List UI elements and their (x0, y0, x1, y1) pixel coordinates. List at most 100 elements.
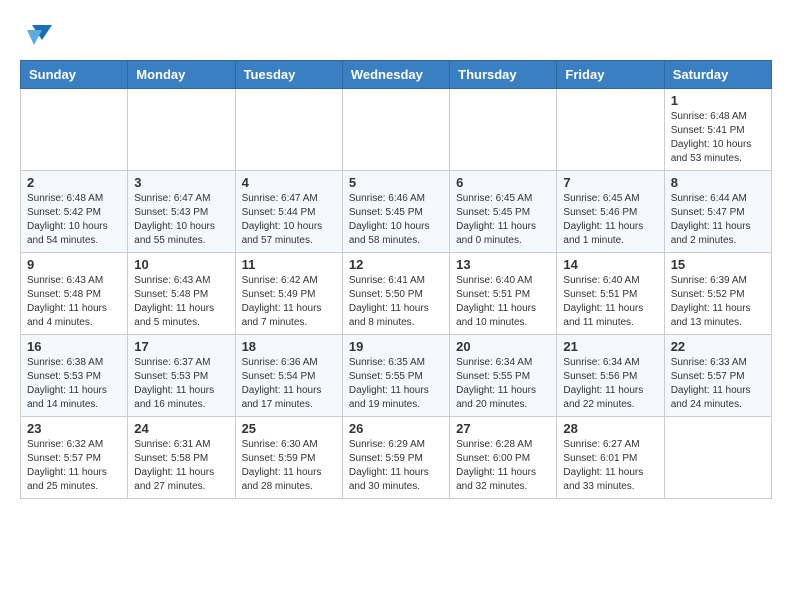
calendar-cell: 14 Sunrise: 6:40 AM Sunset: 5:51 PM Dayli… (557, 253, 664, 335)
calendar-cell: 24 Sunrise: 6:31 AM Sunset: 5:58 PM Dayli… (128, 417, 235, 499)
day-number: 27 (456, 421, 550, 436)
day-number: 21 (563, 339, 657, 354)
calendar-cell: 7 Sunrise: 6:45 AM Sunset: 5:46 PM Daylig… (557, 171, 664, 253)
day-info: Sunrise: 6:47 AM Sunset: 5:44 PM Dayligh… (242, 192, 336, 248)
day-number: 15 (671, 257, 765, 272)
weekday-header-tuesday: Tuesday (235, 61, 342, 89)
day-number: 24 (134, 421, 228, 436)
day-number: 6 (456, 175, 550, 190)
calendar-cell: 26 Sunrise: 6:29 AM Sunset: 5:59 PM Dayli… (342, 417, 449, 499)
calendar-table: SundayMondayTuesdayWednesdayThursdayFrid… (20, 60, 772, 499)
day-number: 7 (563, 175, 657, 190)
calendar-cell: 9 Sunrise: 6:43 AM Sunset: 5:48 PM Daylig… (21, 253, 128, 335)
day-info: Sunrise: 6:48 AM Sunset: 5:41 PM Dayligh… (671, 110, 765, 166)
day-info: Sunrise: 6:44 AM Sunset: 5:47 PM Dayligh… (671, 192, 765, 248)
day-info: Sunrise: 6:40 AM Sunset: 5:51 PM Dayligh… (456, 274, 550, 330)
calendar-cell: 5Sunrise: 6:46 AM Sunset: 5:45 PM Daylig… (342, 171, 449, 253)
day-info: Sunrise: 6:28 AM Sunset: 6:00 PM Dayligh… (456, 438, 550, 494)
day-info: Sunrise: 6:32 AM Sunset: 5:57 PM Dayligh… (27, 438, 121, 494)
day-number: 9 (27, 257, 121, 272)
day-number: 18 (242, 339, 336, 354)
day-info: Sunrise: 6:48 AM Sunset: 5:42 PM Dayligh… (27, 192, 121, 248)
day-number: 22 (671, 339, 765, 354)
calendar-week-4: 16 Sunrise: 6:38 AM Sunset: 5:53 PM Dayli… (21, 335, 772, 417)
day-info: Sunrise: 6:29 AM Sunset: 5:59 PM Dayligh… (349, 438, 443, 494)
calendar-cell: 6 Sunrise: 6:45 AM Sunset: 5:45 PM Daylig… (450, 171, 557, 253)
calendar-cell (342, 89, 449, 171)
logo-icon (22, 20, 52, 50)
day-info: Sunrise: 6:43 AM Sunset: 5:48 PM Dayligh… (27, 274, 121, 330)
logo (20, 20, 52, 50)
calendar-week-2: 2 Sunrise: 6:48 AM Sunset: 5:42 PM Daylig… (21, 171, 772, 253)
calendar-cell: 11 Sunrise: 6:42 AM Sunset: 5:49 PM Dayli… (235, 253, 342, 335)
calendar-week-3: 9 Sunrise: 6:43 AM Sunset: 5:48 PM Daylig… (21, 253, 772, 335)
day-info: Sunrise: 6:34 AM Sunset: 5:56 PM Dayligh… (563, 356, 657, 412)
calendar-cell: 18 Sunrise: 6:36 AM Sunset: 5:54 PM Dayli… (235, 335, 342, 417)
day-info: Sunrise: 6:40 AM Sunset: 5:51 PM Dayligh… (563, 274, 657, 330)
weekday-header-saturday: Saturday (664, 61, 771, 89)
calendar-cell (557, 89, 664, 171)
day-number: 16 (27, 339, 121, 354)
day-info: Sunrise: 6:45 AM Sunset: 5:45 PM Dayligh… (456, 192, 550, 248)
day-number: 19 (349, 339, 443, 354)
day-info: Sunrise: 6:27 AM Sunset: 6:01 PM Dayligh… (563, 438, 657, 494)
day-number: 4 (242, 175, 336, 190)
calendar-week-1: 1 Sunrise: 6:48 AM Sunset: 5:41 PM Daylig… (21, 89, 772, 171)
day-info: Sunrise: 6:47 AM Sunset: 5:43 PM Dayligh… (134, 192, 228, 248)
day-number: 1 (671, 93, 765, 108)
day-number: 10 (134, 257, 228, 272)
calendar-cell: 2 Sunrise: 6:48 AM Sunset: 5:42 PM Daylig… (21, 171, 128, 253)
calendar-cell: 16 Sunrise: 6:38 AM Sunset: 5:53 PM Dayli… (21, 335, 128, 417)
calendar-cell: 21 Sunrise: 6:34 AM Sunset: 5:56 PM Dayli… (557, 335, 664, 417)
day-number: 26 (349, 421, 443, 436)
day-info: Sunrise: 6:33 AM Sunset: 5:57 PM Dayligh… (671, 356, 765, 412)
calendar-cell: 13 Sunrise: 6:40 AM Sunset: 5:51 PM Dayli… (450, 253, 557, 335)
day-info: Sunrise: 6:45 AM Sunset: 5:46 PM Dayligh… (563, 192, 657, 248)
calendar-cell: 28Sunrise: 6:27 AM Sunset: 6:01 PM Dayli… (557, 417, 664, 499)
calendar-cell: 22 Sunrise: 6:33 AM Sunset: 5:57 PM Dayli… (664, 335, 771, 417)
weekday-header-wednesday: Wednesday (342, 61, 449, 89)
calendar-cell: 19 Sunrise: 6:35 AM Sunset: 5:55 PM Dayli… (342, 335, 449, 417)
calendar-cell: 23 Sunrise: 6:32 AM Sunset: 5:57 PM Dayli… (21, 417, 128, 499)
weekday-header-monday: Monday (128, 61, 235, 89)
day-info: Sunrise: 6:36 AM Sunset: 5:54 PM Dayligh… (242, 356, 336, 412)
day-number: 14 (563, 257, 657, 272)
day-info: Sunrise: 6:35 AM Sunset: 5:55 PM Dayligh… (349, 356, 443, 412)
calendar-cell: 8 Sunrise: 6:44 AM Sunset: 5:47 PM Daylig… (664, 171, 771, 253)
day-number: 25 (242, 421, 336, 436)
day-info: Sunrise: 6:42 AM Sunset: 5:49 PM Dayligh… (242, 274, 336, 330)
weekday-header-row: SundayMondayTuesdayWednesdayThursdayFrid… (21, 61, 772, 89)
day-info: Sunrise: 6:46 AM Sunset: 5:45 PM Dayligh… (349, 192, 443, 248)
day-number: 17 (134, 339, 228, 354)
day-number: 8 (671, 175, 765, 190)
calendar-cell: 4 Sunrise: 6:47 AM Sunset: 5:44 PM Daylig… (235, 171, 342, 253)
calendar-cell (128, 89, 235, 171)
calendar-cell: 3 Sunrise: 6:47 AM Sunset: 5:43 PM Daylig… (128, 171, 235, 253)
calendar-cell (664, 417, 771, 499)
day-info: Sunrise: 6:39 AM Sunset: 5:52 PM Dayligh… (671, 274, 765, 330)
weekday-header-thursday: Thursday (450, 61, 557, 89)
day-number: 23 (27, 421, 121, 436)
day-number: 20 (456, 339, 550, 354)
weekday-header-sunday: Sunday (21, 61, 128, 89)
calendar-cell (450, 89, 557, 171)
calendar-cell: 17 Sunrise: 6:37 AM Sunset: 5:53 PM Dayli… (128, 335, 235, 417)
day-number: 2 (27, 175, 121, 190)
calendar-cell: 15 Sunrise: 6:39 AM Sunset: 5:52 PM Dayli… (664, 253, 771, 335)
day-info: Sunrise: 6:34 AM Sunset: 5:55 PM Dayligh… (456, 356, 550, 412)
day-info: Sunrise: 6:43 AM Sunset: 5:48 PM Dayligh… (134, 274, 228, 330)
weekday-header-friday: Friday (557, 61, 664, 89)
calendar-week-5: 23 Sunrise: 6:32 AM Sunset: 5:57 PM Dayli… (21, 417, 772, 499)
calendar-cell: 20 Sunrise: 6:34 AM Sunset: 5:55 PM Dayli… (450, 335, 557, 417)
day-info: Sunrise: 6:31 AM Sunset: 5:58 PM Dayligh… (134, 438, 228, 494)
day-number: 13 (456, 257, 550, 272)
calendar-cell (235, 89, 342, 171)
day-info: Sunrise: 6:37 AM Sunset: 5:53 PM Dayligh… (134, 356, 228, 412)
day-number: 3 (134, 175, 228, 190)
day-number: 11 (242, 257, 336, 272)
calendar-cell (21, 89, 128, 171)
calendar-cell: 12Sunrise: 6:41 AM Sunset: 5:50 PM Dayli… (342, 253, 449, 335)
day-number: 12 (349, 257, 443, 272)
day-info: Sunrise: 6:38 AM Sunset: 5:53 PM Dayligh… (27, 356, 121, 412)
calendar-cell: 1 Sunrise: 6:48 AM Sunset: 5:41 PM Daylig… (664, 89, 771, 171)
